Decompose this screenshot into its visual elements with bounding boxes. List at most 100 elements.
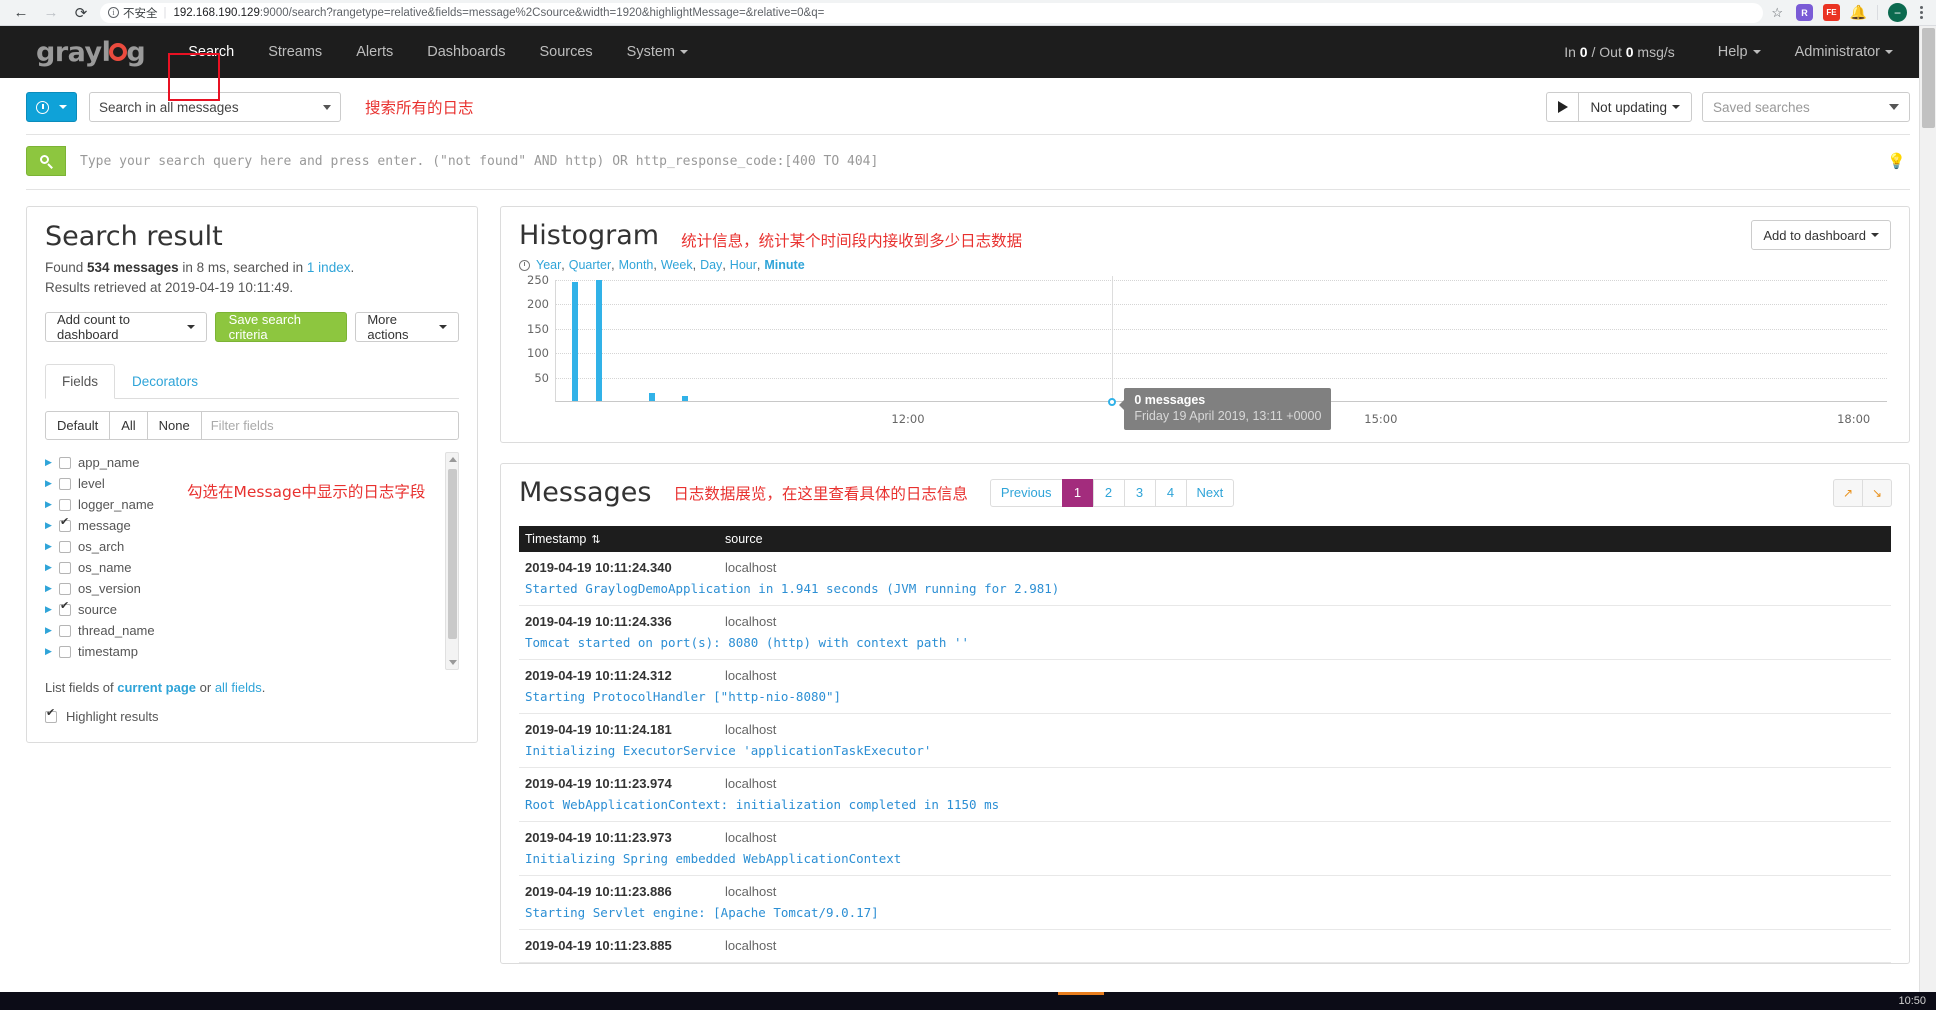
lightbulb-icon[interactable]: 💡 bbox=[1887, 146, 1910, 176]
nav-item-search[interactable]: Search bbox=[171, 26, 251, 78]
table-row[interactable]: 2019-04-19 10:11:23.973 localhost Initiali… bbox=[519, 822, 1891, 876]
extension-fe-icon[interactable]: FE bbox=[1823, 4, 1840, 21]
nav-item-system[interactable]: System bbox=[610, 26, 705, 78]
add-to-dashboard-button[interactable]: Add to dashboard bbox=[1751, 220, 1891, 250]
extension-bell-icon[interactable]: 🔔 bbox=[1850, 4, 1867, 21]
scroll-up-arrow-icon[interactable] bbox=[449, 457, 457, 463]
current-page-link[interactable]: current page bbox=[117, 680, 196, 695]
pagination-page-3[interactable]: 3 bbox=[1123, 478, 1156, 507]
histogram-chart[interactable]: 50 100 150 200 250 0 messages Friday 19 Apri… bbox=[519, 273, 1891, 432]
field-row-message[interactable]: ▶ message bbox=[45, 515, 437, 536]
field-checkbox-os_version[interactable] bbox=[59, 582, 71, 595]
chevron-right-icon[interactable]: ▶ bbox=[45, 457, 59, 468]
table-row[interactable]: 2019-04-19 10:11:23.886 localhost Starting… bbox=[519, 876, 1891, 930]
chevron-right-icon[interactable]: ▶ bbox=[45, 541, 59, 552]
table-row[interactable]: 2019-04-19 10:11:23.974 localhost Root Web… bbox=[519, 768, 1891, 822]
tab-decorators[interactable]: Decorators bbox=[115, 364, 215, 399]
back-arrow-icon[interactable]: ← bbox=[6, 1, 36, 25]
field-checkbox-level[interactable] bbox=[59, 477, 71, 490]
tab-fields[interactable]: Fields bbox=[45, 364, 116, 400]
page-scrollbar-thumb[interactable] bbox=[1922, 28, 1935, 128]
field-row-timestamp[interactable]: ▶ timestamp bbox=[45, 641, 437, 662]
table-row[interactable]: 2019-04-19 10:11:23.885 localhost bbox=[519, 930, 1891, 963]
field-checkbox-os_arch[interactable] bbox=[59, 540, 71, 553]
fields-default-button[interactable]: Default bbox=[45, 411, 111, 441]
bookmark-star-icon[interactable]: ☆ bbox=[1771, 5, 1783, 21]
resolution-week[interactable]: Week bbox=[661, 258, 693, 272]
fields-all-button[interactable]: All bbox=[109, 411, 148, 441]
nav-item-alerts[interactable]: Alerts bbox=[339, 26, 410, 78]
column-header-source[interactable]: source bbox=[725, 532, 763, 546]
table-row[interactable]: 2019-04-19 10:11:24.312 localhost Starting… bbox=[519, 660, 1891, 714]
profile-avatar[interactable]: − bbox=[1888, 3, 1907, 22]
save-search-criteria-button[interactable]: Save search criteria bbox=[214, 312, 348, 343]
chevron-right-icon[interactable]: ▶ bbox=[45, 583, 59, 594]
chevron-right-icon[interactable]: ▶ bbox=[45, 625, 59, 636]
table-row[interactable]: 2019-04-19 10:11:24.181 localhost Initiali… bbox=[519, 714, 1891, 768]
nav-item-help[interactable]: Help bbox=[1701, 44, 1778, 60]
chevron-right-icon[interactable]: ▶ bbox=[45, 604, 59, 615]
expand-icon[interactable]: ↗ bbox=[1833, 478, 1863, 507]
fields-scrollbar[interactable] bbox=[445, 452, 459, 671]
resolution-year[interactable]: Year bbox=[536, 258, 561, 272]
range-select[interactable]: Search in all messages bbox=[89, 92, 341, 122]
search-icon[interactable] bbox=[26, 146, 66, 176]
chevron-right-icon[interactable]: ▶ bbox=[45, 499, 59, 510]
reload-icon[interactable]: ⟳ bbox=[66, 1, 96, 25]
field-row-app_name[interactable]: ▶ app_name bbox=[45, 452, 437, 473]
play-icon[interactable] bbox=[1546, 92, 1579, 122]
resolution-month[interactable]: Month bbox=[619, 258, 654, 272]
table-row[interactable]: 2019-04-19 10:11:24.336 localhost Tomcat s… bbox=[519, 606, 1891, 660]
resolution-quarter[interactable]: Quarter bbox=[569, 258, 611, 272]
chevron-right-icon[interactable]: ▶ bbox=[45, 520, 59, 531]
highlight-results-checkbox[interactable] bbox=[45, 708, 57, 723]
scrollbar-thumb[interactable] bbox=[448, 469, 457, 640]
page-scrollbar[interactable] bbox=[1919, 26, 1936, 992]
field-row-source[interactable]: ▶ source bbox=[45, 599, 437, 620]
field-checkbox-timestamp[interactable] bbox=[59, 645, 71, 658]
plot-area[interactable]: 0 messages Friday 19 April 2019, 13:11 +… bbox=[555, 276, 1887, 430]
field-row-thread_name[interactable]: ▶ thread_name bbox=[45, 620, 437, 641]
pagination-page-4[interactable]: 4 bbox=[1154, 478, 1187, 507]
highlight-results-row[interactable]: Highlight results bbox=[45, 708, 459, 724]
graylog-logo[interactable]: gray l g bbox=[0, 26, 171, 78]
all-fields-link[interactable]: all fields bbox=[215, 680, 262, 695]
resolution-day[interactable]: Day bbox=[700, 258, 722, 272]
field-checkbox-logger_name[interactable] bbox=[59, 498, 71, 511]
table-row[interactable]: 2019-04-19 10:11:24.340 localhost Started … bbox=[519, 552, 1891, 606]
field-checkbox-source[interactable] bbox=[59, 601, 71, 616]
histogram-bar[interactable] bbox=[571, 282, 578, 401]
three-dots-menu-icon[interactable] bbox=[1912, 6, 1930, 19]
resolution-hour[interactable]: Hour bbox=[730, 258, 757, 272]
fields-none-button[interactable]: None bbox=[146, 411, 202, 441]
nav-item-dashboards[interactable]: Dashboards bbox=[410, 26, 522, 78]
nav-item-administrator[interactable]: Administrator bbox=[1778, 44, 1910, 60]
resolution-minute[interactable]: Minute bbox=[764, 258, 804, 272]
field-checkbox-thread_name[interactable] bbox=[59, 624, 71, 637]
pagination-page-2[interactable]: 2 bbox=[1092, 478, 1125, 507]
filter-fields-input[interactable] bbox=[200, 411, 459, 441]
pagination-next[interactable]: Next bbox=[1185, 478, 1235, 507]
chevron-right-icon[interactable]: ▶ bbox=[45, 562, 59, 573]
address-bar[interactable]: i 不安全 | 192.168.190.129:9000/search?rang… bbox=[100, 2, 1764, 23]
add-count-to-dashboard-button[interactable]: Add count to dashboard bbox=[45, 312, 207, 343]
refresh-dropdown-button[interactable]: Not updating bbox=[1578, 92, 1692, 122]
nav-item-sources[interactable]: Sources bbox=[522, 26, 609, 78]
nav-item-streams[interactable]: Streams bbox=[251, 26, 339, 78]
field-row-os_version[interactable]: ▶ os_version bbox=[45, 578, 437, 599]
chevron-right-icon[interactable]: ▶ bbox=[45, 646, 59, 657]
histogram-bar[interactable] bbox=[595, 279, 602, 401]
field-checkbox-message[interactable] bbox=[59, 517, 71, 532]
more-actions-button[interactable]: More actions bbox=[355, 312, 459, 343]
column-header-timestamp[interactable]: Timestamp ⇅ bbox=[525, 532, 725, 546]
index-link[interactable]: 1 index bbox=[307, 260, 351, 275]
chevron-right-icon[interactable]: ▶ bbox=[45, 478, 59, 489]
site-info-icon[interactable]: i bbox=[108, 7, 119, 18]
pagination-previous[interactable]: Previous bbox=[989, 478, 1063, 507]
forward-arrow-icon[interactable]: → bbox=[36, 1, 66, 25]
search-input[interactable] bbox=[66, 146, 1888, 176]
field-row-os_name[interactable]: ▶ os_name bbox=[45, 557, 437, 578]
scroll-down-arrow-icon[interactable] bbox=[449, 660, 457, 666]
timerange-type-button[interactable] bbox=[26, 92, 77, 122]
field-checkbox-os_name[interactable] bbox=[59, 561, 71, 574]
